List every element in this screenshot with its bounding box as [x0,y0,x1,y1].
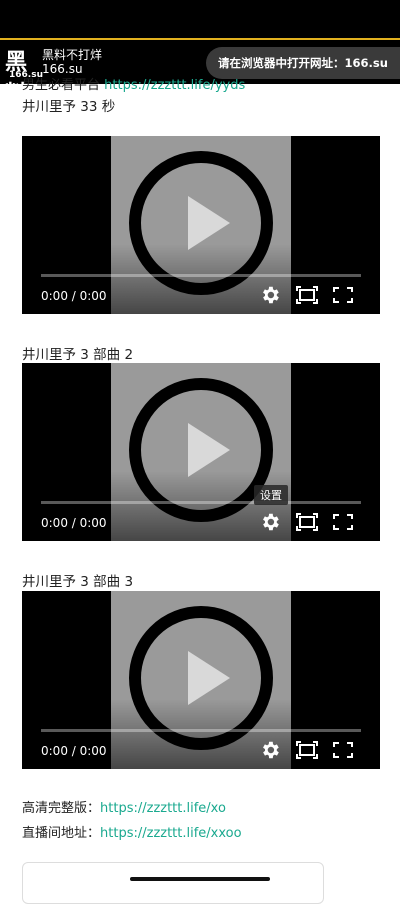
video-player-2[interactable]: 0:00 / 0:00 [22,363,380,541]
partial-link[interactable]: https://zzzttt.life/yyds [104,78,245,93]
progress-bar[interactable] [41,501,361,504]
gear-icon[interactable] [259,511,281,533]
status-bar [0,0,400,38]
video-caption-3: 井川里予 3 部曲 3 [22,574,134,590]
theater-mode-icon[interactable] [296,741,318,759]
hd-version-label: 高清完整版： [22,801,101,816]
brand-title: 黑料不打烊 [42,48,103,62]
live-room-link[interactable]: https://zzzttt.life/xxoo [100,826,242,841]
partial-text-prefix: 男生必看平台 [22,78,101,93]
video-player-1[interactable]: 0:00 / 0:00 [22,136,380,314]
time-display: 0:00 / 0:00 [41,289,107,303]
video-player-3[interactable]: 0:00 / 0:00 [22,591,380,769]
live-room-label: 直播间地址： [22,826,101,841]
video-caption-2: 井川里予 3 部曲 2 [22,347,134,363]
theater-mode-icon[interactable] [296,513,318,531]
live-room-line: 直播间地址：https://zzzttt.life/xxoo [22,822,242,841]
settings-tooltip: 设置 [254,485,288,505]
progress-bar[interactable] [41,274,361,277]
fullscreen-icon[interactable] [332,741,354,759]
partial-text-line: 男生必看平台 https://zzzttt.life/yyds [22,74,245,93]
gear-icon[interactable] [259,739,281,761]
fullscreen-icon[interactable] [332,513,354,531]
time-display: 0:00 / 0:00 [41,744,107,758]
gear-icon[interactable] [259,284,281,306]
video-caption-1: 井川里予 33 秒 [22,99,116,115]
time-display: 0:00 / 0:00 [41,516,107,530]
progress-bar[interactable] [41,729,361,732]
hd-version-line: 高清完整版：https://zzzttt.life/xo [22,797,226,816]
home-indicator[interactable] [130,877,270,881]
next-card-edge [22,862,324,904]
fullscreen-icon[interactable] [332,286,354,304]
hd-version-link[interactable]: https://zzzttt.life/xo [100,801,226,816]
theater-mode-icon[interactable] [296,286,318,304]
